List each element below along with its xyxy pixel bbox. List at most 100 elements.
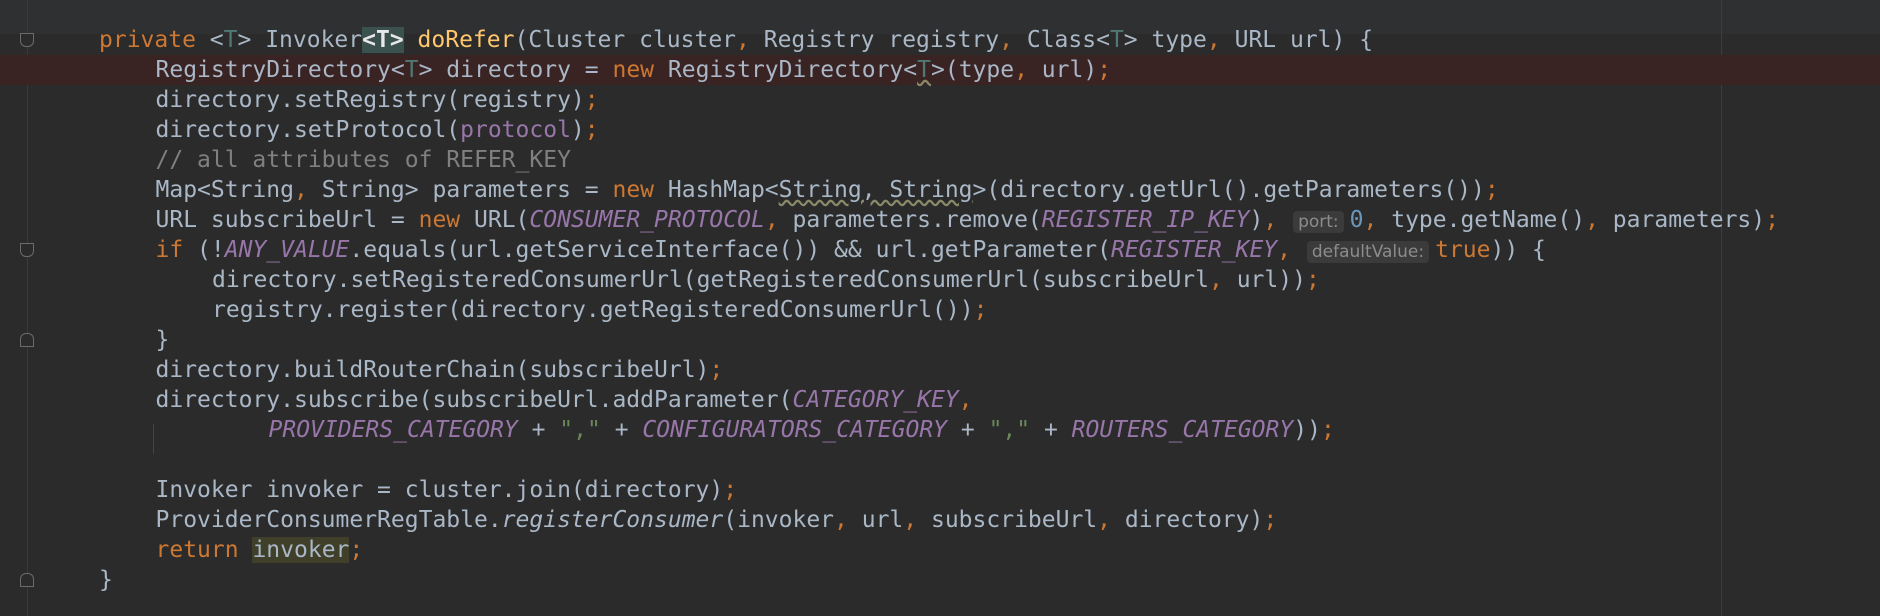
code-line[interactable] [0,445,1880,475]
code-token: new [418,207,461,233]
code-token: > type [1123,27,1207,53]
code-text: directory.setRegistry(registry); [156,85,599,115]
code-text: Invoker invoker = cluster.join(directory… [156,475,738,505]
code-token: // all attributes of REFER_KEY [155,147,571,173]
code-text: } [156,325,170,355]
code-line[interactable]: directory.subscribe(subscribeUrl.addPara… [0,385,1880,415]
code-token: ) [1249,207,1264,233]
code-token: >(directory.getUrl().getParameters()) [972,177,1485,203]
code-token: parameters.remove( [778,207,1042,233]
code-token: } [155,327,170,353]
fold-close-icon[interactable] [20,333,34,347]
code-token: directory.buildRouterChain(subscribeUrl) [155,357,710,383]
code-token: ; [723,477,738,503]
code-text: // all attributes of REFER_KEY [156,145,571,175]
code-token: , [1097,507,1112,533]
code-token: HashMap< [654,177,779,203]
code-token: T [1109,27,1124,53]
code-token: RegistryDirectory< [654,57,918,83]
fold-open-icon[interactable] [20,243,34,257]
fold-close-icon[interactable] [20,573,34,587]
code-token: CATEGORY_KEY [792,387,959,413]
code-line[interactable]: return invoker; [0,535,1880,565]
code-token: String> parameters = [307,177,613,203]
code-token: ; [584,117,599,143]
code-line[interactable]: directory.buildRouterChain(subscribeUrl)… [0,355,1880,385]
code-token: ANY_VALUE [224,237,350,263]
code-token: T [223,27,238,53]
code-line[interactable]: // all attributes of REFER_KEY [0,145,1880,175]
code-line[interactable]: Map<String, String> parameters = new Has… [0,175,1880,205]
code-token: "," [988,417,1031,443]
code-token: , [834,507,848,533]
code-line[interactable]: Invoker invoker = cluster.join(directory… [0,475,1880,505]
code-token: T [917,57,931,83]
code-token: , [958,387,973,413]
code-token: ; [349,537,364,563]
code-token: doRefer [417,27,515,53]
code-token: , [293,177,308,203]
code-token: , [764,207,779,233]
code-line[interactable]: URL subscribeUrl = new URL(CONSUMER_PROT… [0,205,1880,235]
code-text: PROVIDERS_CATEGORY + "," + CONFIGURATORS… [269,415,1335,445]
code-token: ProviderConsumerRegTable. [155,507,502,533]
code-line[interactable]: directory.setRegistry(registry); [0,85,1880,115]
fold-open-icon[interactable] [20,33,34,47]
code-token: , [1363,207,1378,233]
code-token: "," [559,417,601,443]
code-token: Invoker invoker = cluster.join(directory… [155,477,724,503]
code-token: URL subscribeUrl = [155,207,419,233]
code-token: } [99,567,113,593]
code-token: , [1263,207,1278,233]
code-token: directory.subscribe(subscribeUrl.addPara… [155,387,793,413]
code-text: if (!ANY_VALUE.equals(url.getServiceInte… [156,235,1546,267]
code-token: ; [1263,507,1278,533]
code-token: REGISTER_KEY [1110,237,1278,263]
code-line[interactable]: if (!ANY_VALUE.equals(url.getServiceInte… [0,235,1880,265]
code-token: directory) [1111,507,1264,533]
code-token: > directory = [418,57,613,83]
code-token: URL url) { [1220,27,1374,53]
code-token: directory.setRegisteredConsumerUrl(getRe… [212,267,1209,293]
code-token: directory.setRegistry(registry) [155,87,585,113]
code-token: true [1435,237,1491,263]
code-line[interactable]: private <T> Invoker<T> doRefer(Cluster c… [0,25,1880,55]
code-token: + [947,417,989,443]
code-token: ) [570,117,585,143]
code-line[interactable]: PROVIDERS_CATEGORY + "," + CONFIGURATORS… [0,415,1880,445]
code-token: protocol [460,117,571,143]
code-text: URL subscribeUrl = new URL(CONSUMER_PROT… [156,205,1779,237]
code-line[interactable]: directory.setProtocol(protocol); [0,115,1880,145]
code-token: String, String [778,177,973,203]
code-token: URL( [460,207,530,233]
code-token: ; [1305,267,1320,293]
code-token: registerConsumer [501,507,724,533]
code-line[interactable]: } [0,325,1880,355]
code-line[interactable]: registry.register(directory.getRegistere… [0,295,1880,325]
code-text: directory.subscribe(subscribeUrl.addPara… [156,385,973,415]
code-token: (! [183,237,225,263]
code-line[interactable]: ProviderConsumerRegTable.registerConsume… [0,505,1880,535]
code-text: private <T> Invoker<T> doRefer(Cluster c… [99,25,1373,55]
code-text: directory.setRegisteredConsumerUrl(getRe… [212,265,1320,295]
code-token: , [1209,267,1223,293]
code-token: Registry registry [749,27,1000,53]
code-token: <T> [362,27,404,53]
code-line[interactable]: } [0,565,1880,595]
code-token: new [612,177,655,203]
code-token: + [1030,417,1072,443]
code-text: } [99,565,113,595]
code-line[interactable]: RegistryDirectory<T> directory = new Reg… [0,55,1880,85]
code-token: .equals(url.getServiceInterface()) && ur… [349,237,1111,263]
parameter-hint: defaultValue: [1306,241,1430,263]
code-editor[interactable]: private <T> Invoker<T> doRefer(Cluster c… [0,0,1880,616]
code-token: invoker [252,537,350,563]
code-token: ; [1097,57,1112,83]
code-token: url)) [1222,267,1306,293]
code-line[interactable]: directory.setRegisteredConsumerUrl(getRe… [0,265,1880,295]
code-token: type.getName() [1377,207,1586,233]
